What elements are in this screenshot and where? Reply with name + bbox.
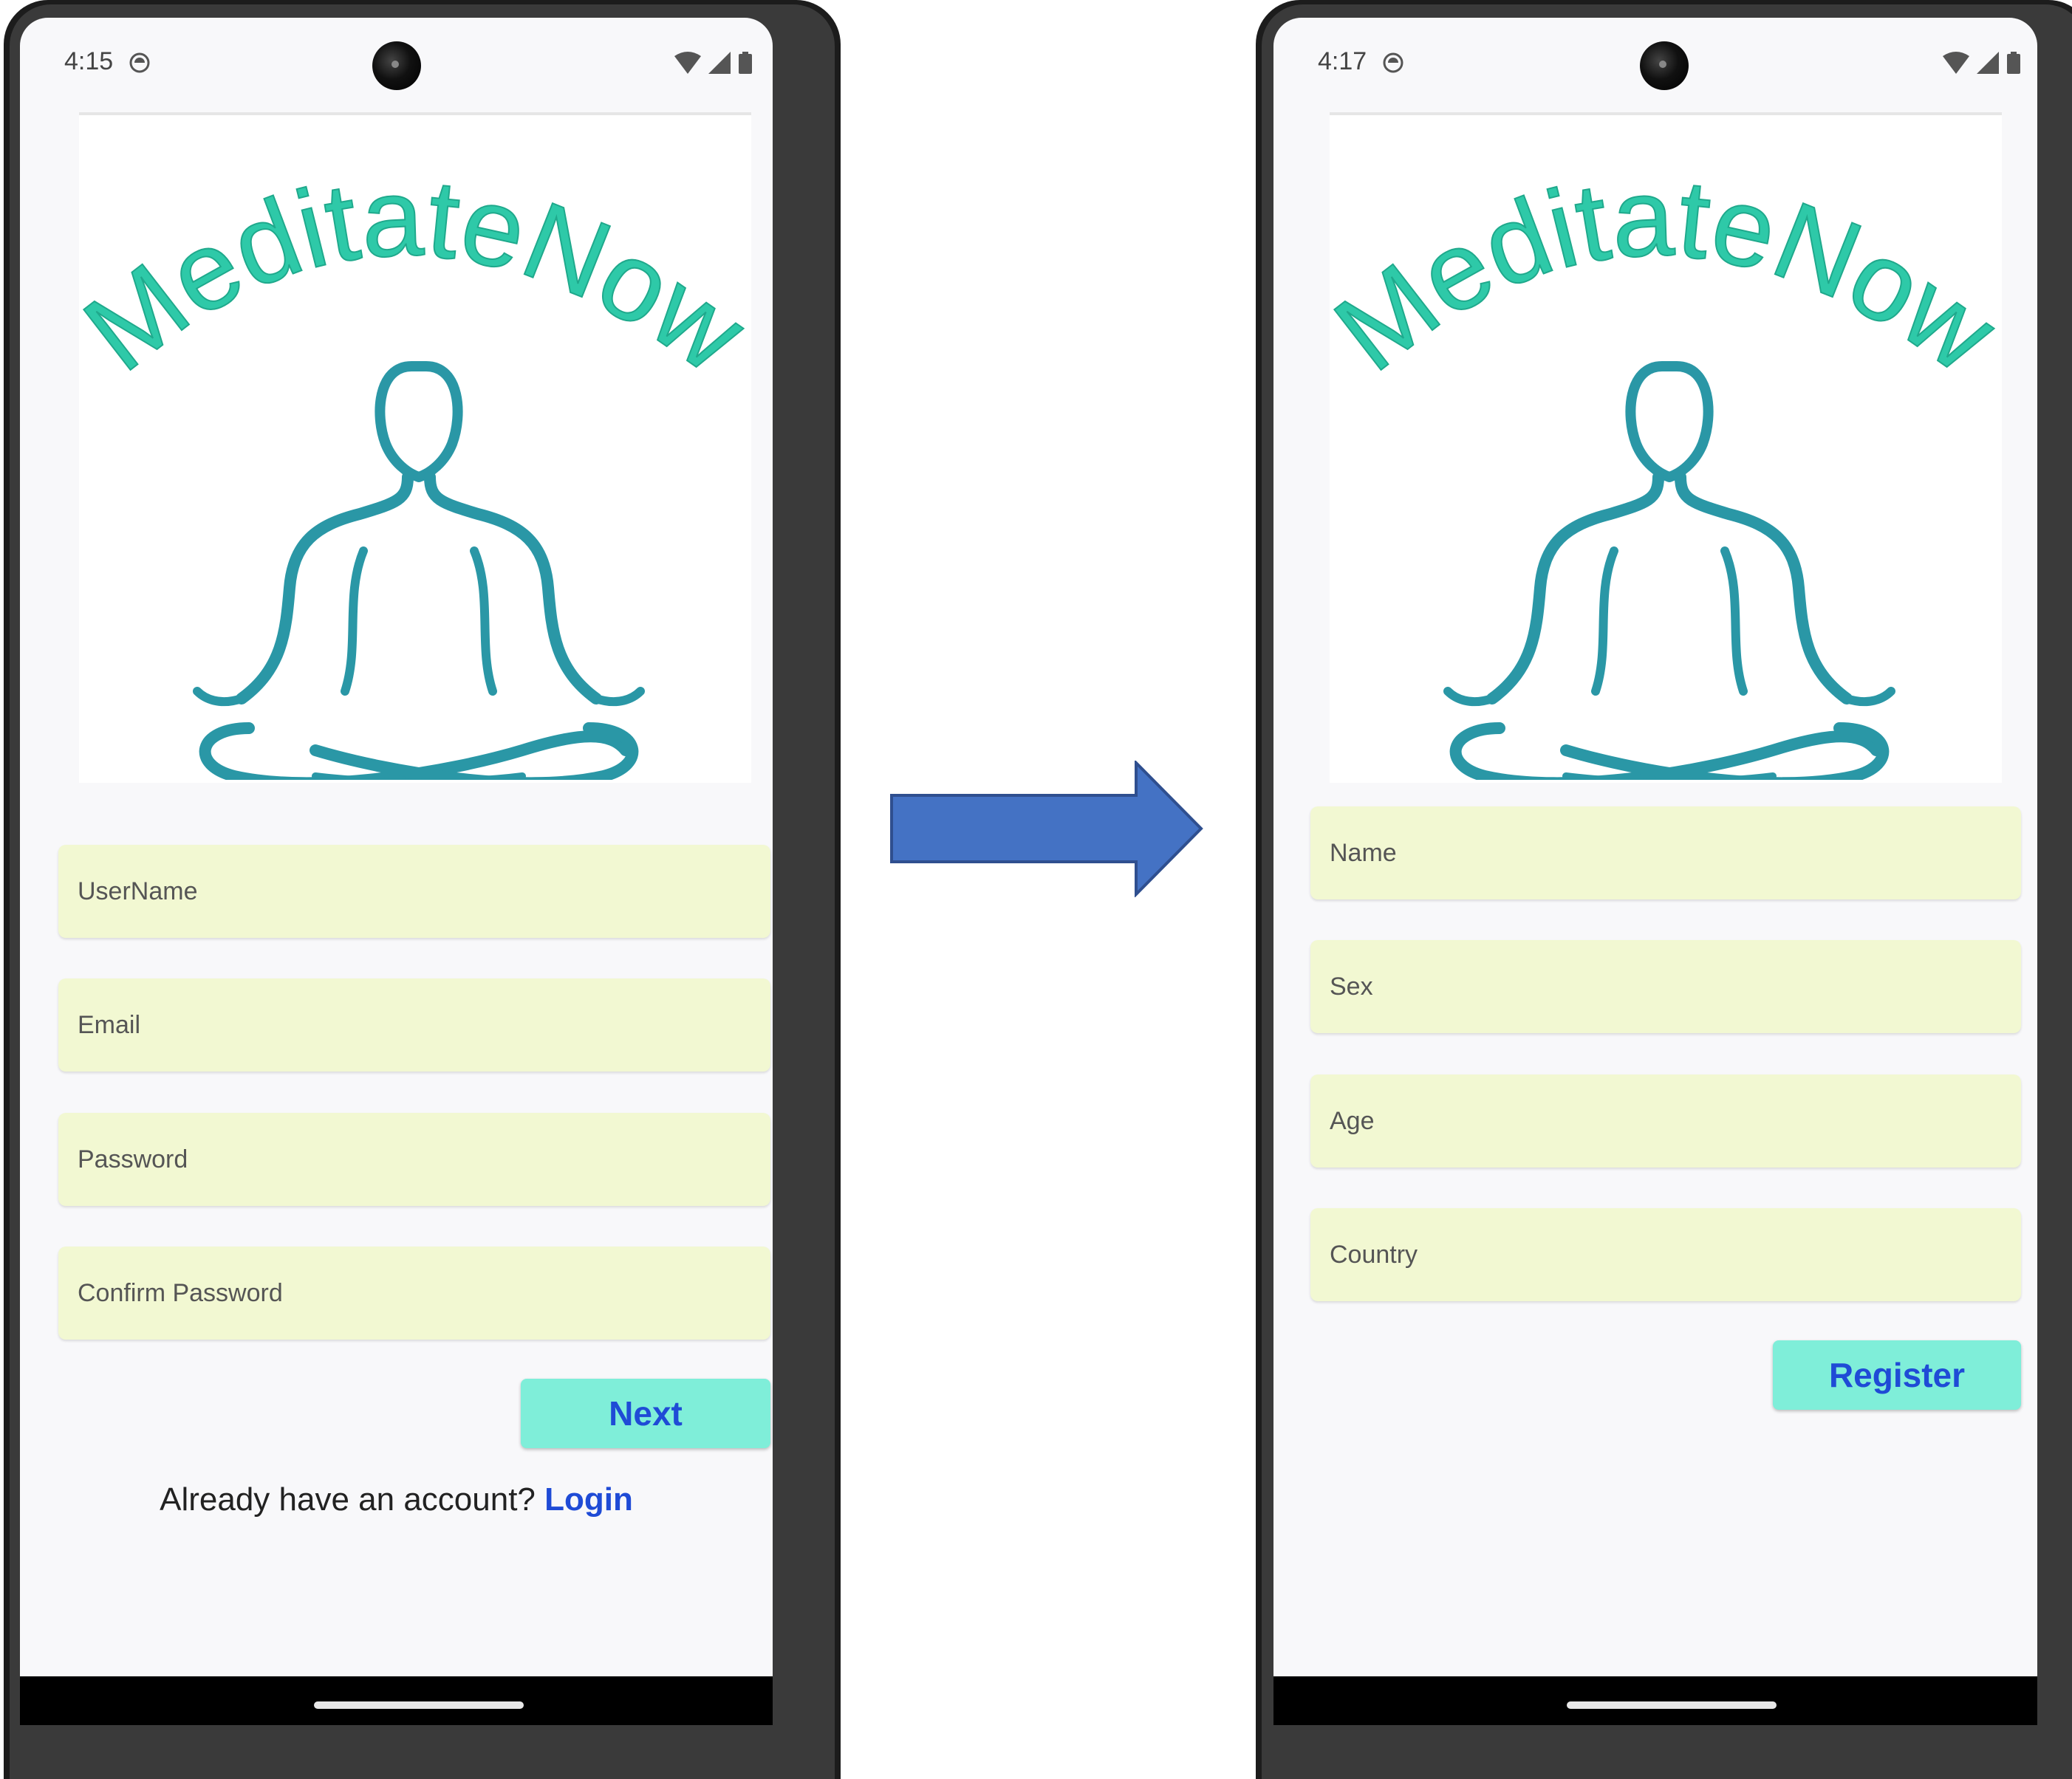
- signal-icon: [708, 52, 731, 74]
- age-input[interactable]: [1310, 1074, 2021, 1168]
- front-camera: [1640, 41, 1689, 90]
- status-icons: [670, 52, 752, 74]
- clock-icon: [1382, 52, 1404, 78]
- right-arrow-icon: [890, 761, 1203, 897]
- login-link[interactable]: Login: [544, 1481, 633, 1518]
- logo-wordmark: MeditateNow: [79, 154, 751, 396]
- front-camera: [372, 41, 421, 90]
- account-prompt-text: Already have an account?: [160, 1481, 536, 1518]
- status-bar: 4:15: [20, 18, 773, 106]
- email-input[interactable]: [58, 978, 770, 1072]
- age-field[interactable]: [1310, 1074, 2021, 1168]
- sex-input[interactable]: [1310, 940, 2021, 1033]
- password-field[interactable]: [58, 1113, 770, 1206]
- navigation-bar: [1273, 1676, 2037, 1725]
- wifi-icon: [1943, 52, 1969, 74]
- clock-icon: [129, 52, 151, 78]
- app-logo: MeditateNow: [79, 112, 751, 783]
- status-icons: [1938, 52, 2020, 74]
- screen-signup-step2: 4:17 MeditateNow: [1273, 18, 2037, 1725]
- username-field[interactable]: [58, 845, 770, 938]
- password-input[interactable]: [58, 1113, 770, 1206]
- wifi-icon: [674, 52, 701, 74]
- confirm-password-field[interactable]: [58, 1247, 770, 1340]
- country-input[interactable]: [1310, 1208, 2021, 1301]
- email-field[interactable]: [58, 978, 770, 1072]
- home-gesture-handle[interactable]: [1567, 1701, 1777, 1709]
- logo-wordmark: MeditateNow: [1330, 154, 2002, 396]
- battery-icon: [2006, 52, 2020, 74]
- meditation-figure-icon: [193, 361, 645, 780]
- meditation-figure-icon: [1443, 361, 1895, 780]
- phone-signup-step2: 4:17 MeditateNow: [1256, 0, 2072, 1779]
- signal-icon: [1977, 52, 2000, 74]
- status-time: 4:15: [64, 47, 114, 75]
- next-button[interactable]: Next: [521, 1379, 770, 1448]
- battery-icon: [738, 52, 752, 74]
- name-input[interactable]: [1310, 806, 2021, 899]
- sex-field[interactable]: [1310, 940, 2021, 1033]
- status-bar: 4:17: [1273, 18, 2037, 106]
- navigation-bar: [20, 1676, 773, 1725]
- home-gesture-handle[interactable]: [314, 1701, 524, 1709]
- username-input[interactable]: [58, 845, 770, 938]
- country-field[interactable]: [1310, 1208, 2021, 1301]
- screen-signup-step1: 4:15 MeditateNow: [20, 18, 773, 1725]
- name-field[interactable]: [1310, 806, 2021, 899]
- status-time: 4:17: [1318, 47, 1367, 75]
- register-button[interactable]: Register: [1773, 1340, 2021, 1410]
- login-prompt: Already have an account? Login: [20, 1481, 773, 1518]
- app-logo: MeditateNow: [1330, 112, 2002, 783]
- confirm-password-input[interactable]: [58, 1247, 770, 1340]
- phone-signup-step1: 4:15 MeditateNow: [4, 0, 841, 1779]
